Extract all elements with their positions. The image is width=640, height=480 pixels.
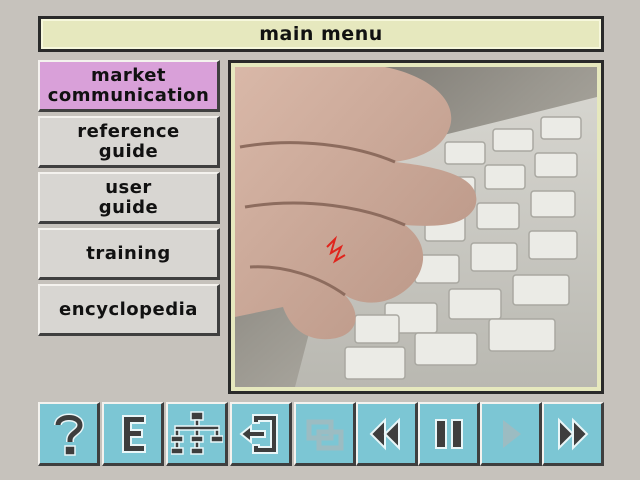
fast-forward-button[interactable] xyxy=(542,402,604,466)
hierarchy-map-button[interactable] xyxy=(166,402,228,466)
menu-item-user-guide[interactable]: user guide xyxy=(38,172,220,224)
play-button[interactable] xyxy=(480,402,542,466)
pause-icon xyxy=(434,418,463,449)
exit-button[interactable] xyxy=(230,402,292,466)
menu-item-encyclopedia[interactable]: encyclopedia xyxy=(38,284,220,336)
menu-item-market-communication[interactable]: market communication xyxy=(38,60,220,112)
encyclopedia-button[interactable] xyxy=(102,402,164,466)
video-frame xyxy=(228,60,604,394)
video-border xyxy=(231,63,601,391)
page-title: main menu xyxy=(41,19,601,49)
exit-icon xyxy=(238,413,278,454)
overlap-windows-button[interactable] xyxy=(294,402,356,466)
help-button[interactable] xyxy=(38,402,100,466)
overlap-windows-icon xyxy=(306,419,343,450)
title-bar: main menu xyxy=(38,16,604,52)
menu-item-training[interactable]: training xyxy=(38,228,220,280)
hierarchy-map-icon xyxy=(170,410,223,455)
encyclopedia-icon xyxy=(121,414,146,453)
video-image[interactable] xyxy=(235,67,597,387)
fast-forward-icon xyxy=(557,417,588,450)
play-icon xyxy=(502,419,521,448)
help-icon xyxy=(53,413,84,456)
menu-item-reference-guide[interactable]: reference guide xyxy=(38,116,220,168)
rewind-icon xyxy=(369,417,400,450)
rewind-button[interactable] xyxy=(356,402,418,466)
pause-button[interactable] xyxy=(418,402,480,466)
